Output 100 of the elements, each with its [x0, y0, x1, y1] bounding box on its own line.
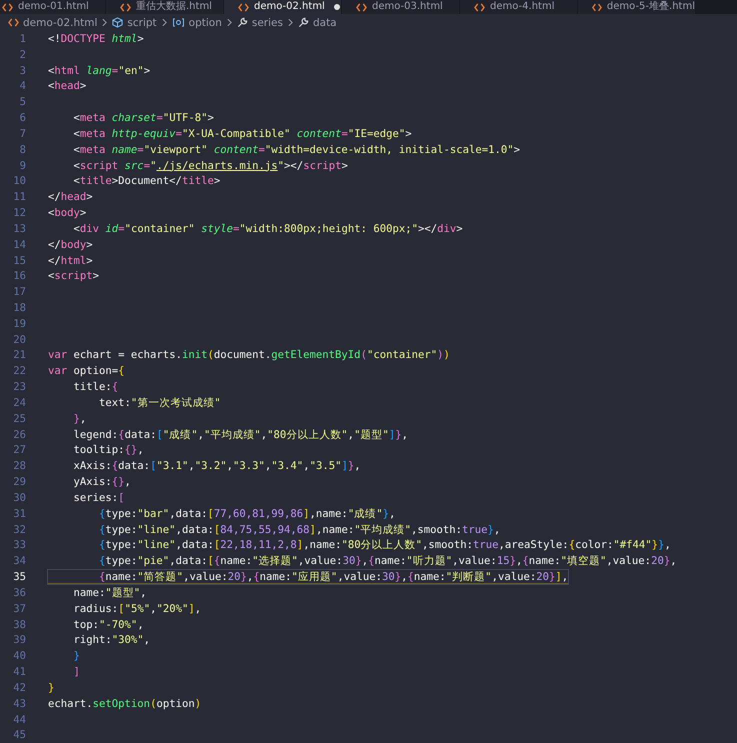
line-number: 14	[12, 238, 26, 251]
code-file-icon	[8, 18, 19, 27]
code-line: var echart = echarts.init(document.getElementById("container"))	[48, 348, 450, 362]
code-line: radius:["5%","20%"],	[72, 602, 202, 616]
line-number: 8	[18, 144, 26, 156]
line-number: 13	[12, 222, 26, 235]
editor-tab[interactable]: demo-5-堆叠.html	[578, 0, 696, 14]
code-file-icon	[120, 2, 131, 12]
line-number: 4	[18, 80, 26, 92]
code-line: <script src="./js/echarts.min.js"></script>	[72, 158, 348, 173]
line-number: 31	[12, 508, 26, 520]
code-line: <!DOCTYPE html>	[48, 32, 144, 46]
code-line: echart.setOption(option)	[48, 696, 202, 711]
editor-tab[interactable]: demo-4.html	[460, 0, 578, 14]
code-line: </body>	[48, 238, 93, 252]
line-number: 17	[12, 286, 26, 298]
code-line: <meta http-equiv="X-UA-Compatible" content="IE=edge">	[72, 126, 412, 141]
tab-label: 重估大数据.html	[136, 1, 212, 13]
code-line: <meta charset="UTF-8">	[72, 111, 214, 126]
breadcrumb-item[interactable]: demo-02.html	[23, 16, 98, 28]
code-file-icon	[356, 2, 367, 12]
code-file-icon	[238, 2, 249, 12]
line-number: 24	[12, 396, 26, 409]
line-number: 32	[12, 524, 26, 536]
code-line: yAxis:{},	[72, 475, 131, 490]
wrench-icon	[298, 17, 309, 28]
tab-label: demo-5-堆叠.html	[606, 1, 695, 13]
code-line: series:[	[72, 490, 125, 505]
tab-label: demo-01.html	[18, 1, 89, 13]
breadcrumb-item[interactable]: script	[127, 16, 157, 28]
variable-icon	[172, 18, 185, 27]
chevron-icon	[226, 18, 232, 27]
code-line: {type:"pie",data:[{name:"选择题",value:30},{name:"听力题",value:15},{name:"填空题",value:20},	[98, 554, 677, 568]
code-line: <meta name="viewport" content="width=device-width, initial-scale=1.0">	[72, 142, 520, 157]
code-line: <script>	[48, 269, 100, 284]
line-number: 34	[12, 555, 26, 568]
wrench-icon	[236, 17, 248, 28]
line-number: 21	[12, 349, 26, 362]
line-number: 38	[12, 618, 26, 631]
code-line: top:"-70%",	[72, 618, 144, 632]
tab-label: demo-02.html	[254, 1, 325, 13]
line-number: 12	[12, 207, 26, 220]
chevron-icon	[162, 18, 167, 27]
editor-tab[interactable]: 重估大数据.html	[106, 0, 224, 14]
line-number: 36	[12, 586, 26, 599]
code-line: ]	[72, 665, 80, 680]
code-line: {type:"bar",data:[77,60,81,99,86],name:"成绩"},	[98, 506, 396, 521]
code-line: title:{	[72, 380, 118, 394]
code-line: }	[72, 649, 80, 664]
code-line: <body>	[48, 206, 86, 220]
code-line: <title>Document</title>	[72, 174, 220, 188]
line-number: 27	[12, 444, 26, 456]
line-number: 43	[12, 698, 26, 710]
editor-tab[interactable]: demo-01.html	[0, 0, 106, 14]
code-line: tooltip:{},	[72, 443, 144, 458]
code-line: },	[72, 412, 86, 426]
line-number: 44	[12, 714, 26, 726]
line-number: 10	[12, 175, 26, 188]
line-number: 42	[12, 682, 26, 694]
line-number: 22	[12, 365, 26, 378]
code-line: {type:"line",data:[22,18,11,2,8],name:"80分以上人数",smooth:true,areaStyle:{color:"#f44"}},	[98, 538, 671, 552]
line-number: 15	[12, 254, 26, 266]
code-line: <html lang="en">	[48, 64, 150, 78]
line-number: 30	[12, 492, 26, 504]
code-file-icon	[592, 2, 602, 12]
line-number: 33	[12, 539, 26, 552]
code-line: legend:{data:["成绩","平均成绩","80分以上人数","题型"]},	[72, 428, 408, 442]
line-number: 40	[12, 650, 26, 662]
code-line: </head>	[48, 190, 93, 204]
line-number: 5	[18, 96, 26, 108]
line-number: 2	[18, 48, 26, 61]
line-number: 9	[18, 160, 26, 172]
line-number: 18	[12, 302, 26, 314]
editor-tab[interactable]: demo-03.html	[342, 0, 460, 14]
line-number: 39	[12, 634, 26, 646]
line-number: 1	[18, 32, 26, 45]
editor-tab[interactable]: demo-02.html	[224, 0, 342, 14]
tab-label: demo-4.html	[490, 1, 554, 13]
code-line: {name:"简答题",value:20},{name:"应用题",value:30},{name:"判断题",value:20}],	[48, 570, 568, 584]
code-line: <head>	[48, 79, 86, 94]
line-number: 3	[18, 64, 26, 77]
cube-icon	[112, 17, 124, 28]
code-file-icon	[474, 2, 485, 12]
line-number: 19	[12, 318, 26, 330]
code-line: var option={	[48, 364, 125, 378]
code-line: xAxis:{data:["3.1","3.2","3.3","3.4","3.5"]},	[72, 459, 361, 474]
breadcrumb-item[interactable]: option	[188, 16, 222, 28]
breadcrumb-item[interactable]: series	[252, 16, 283, 28]
code-line: </html>	[48, 254, 93, 268]
code-line: {type:"line",data:[84,75,55,94,68],name:"平均成绩",smooth:true},	[98, 522, 500, 537]
line-number: 26	[12, 428, 26, 441]
line-number: 45	[12, 729, 26, 742]
code-line: text:"第一次考试成绩"	[98, 396, 221, 410]
breadcrumb-item[interactable]: data	[312, 16, 337, 28]
code-line: }	[48, 680, 54, 695]
code-line: right:"30%",	[72, 633, 150, 648]
line-number: 29	[12, 476, 26, 488]
line-number: 28	[12, 460, 26, 472]
chevron-icon	[102, 18, 108, 27]
line-number: 37	[12, 602, 26, 615]
